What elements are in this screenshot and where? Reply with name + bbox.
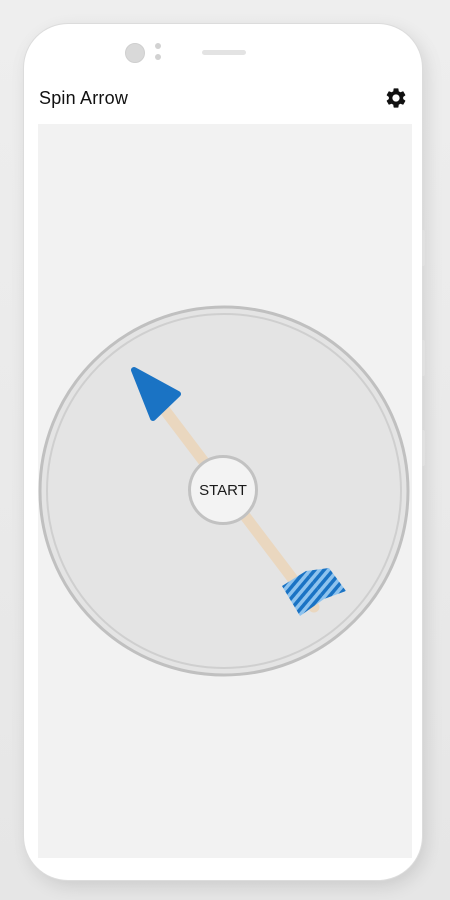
start-button-label: START xyxy=(199,481,247,499)
gear-icon xyxy=(386,88,406,108)
app-title: Spin Arrow xyxy=(39,88,129,108)
side-button xyxy=(422,430,425,466)
app-bar: Spin Arrow xyxy=(38,84,412,124)
start-button[interactable]: START xyxy=(188,455,258,525)
side-button xyxy=(422,340,425,376)
sensor-dot xyxy=(155,54,161,60)
front-camera xyxy=(125,43,145,63)
side-button xyxy=(422,230,425,266)
settings-button[interactable] xyxy=(384,86,408,110)
phone-frame: Spin Arrow START xyxy=(24,24,425,880)
spinner-area: START xyxy=(38,124,412,858)
earpiece-speaker xyxy=(202,50,246,55)
sensor-dot xyxy=(155,43,161,49)
screenshot-stage: Spin Arrow START xyxy=(0,0,450,900)
